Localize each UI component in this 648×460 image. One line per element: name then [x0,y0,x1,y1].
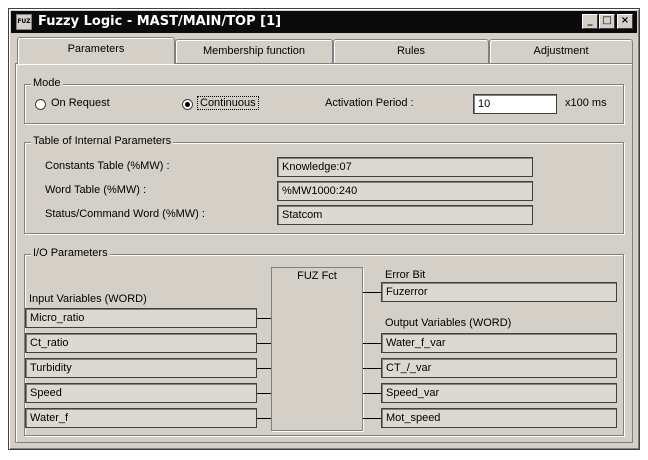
radio-on-request[interactable] [35,99,46,110]
status-command-field[interactable]: Statcom [277,205,533,225]
fuzzy-logic-window: FUZ Fuzzy Logic - MAST/MAIN/TOP [1] _ □ … [8,8,640,450]
fuz-function-block: FUZ Fct [271,267,363,431]
io-parameters-group: I/O Parameters FUZ Fct Input Variables (… [24,247,624,436]
input-connector [257,368,271,369]
radio-continuous[interactable] [182,99,193,110]
input-field-water-f[interactable]: Water_f [25,408,257,428]
output-connector [363,418,381,419]
output-field-speed-var[interactable]: Speed_var [381,383,617,403]
output-field-water-f-var[interactable]: Water_f_var [381,333,617,353]
error-bit-field[interactable]: Fuzerror [381,282,617,302]
on-request-label: On Request [51,97,110,109]
input-field-micro-ratio[interactable]: Micro_ratio [25,308,257,328]
continuous-label: Continuous [197,96,259,110]
output-connector [363,292,381,293]
internal-parameters-group: Table of Internal Parameters Constants T… [24,135,624,234]
activation-period-input[interactable]: 10 [473,94,557,114]
fuz-function-label: FUZ Fct [297,270,337,282]
input-connector [257,418,271,419]
output-connector [363,343,381,344]
radio-selected-dot [185,102,190,107]
close-button[interactable]: × [617,14,633,29]
input-field-ct-ratio[interactable]: Ct_ratio [25,333,257,353]
constants-table-field[interactable]: Knowledge:07 [277,157,533,177]
activation-period-label: Activation Period : [325,97,414,109]
internal-parameters-legend: Table of Internal Parameters [31,135,174,147]
title-bar[interactable]: FUZ Fuzzy Logic - MAST/MAIN/TOP [1] _ □ … [11,11,637,33]
mode-group: Mode On Request Continuous Activation Pe… [24,77,624,124]
mode-legend: Mode [31,77,63,89]
tab-parameters[interactable]: Parameters [17,37,175,64]
output-connector [363,393,381,394]
output-connector [363,368,381,369]
input-variables-label: Input Variables (WORD) [29,293,147,305]
input-field-turbidity[interactable]: Turbidity [25,358,257,378]
fuzzy-app-icon: FUZ [16,14,32,30]
activation-unit-label: x100 ms [565,97,607,109]
output-field-ct-var[interactable]: CT_/_var [381,358,617,378]
output-field-mot-speed[interactable]: Mot_speed [381,408,617,428]
input-connector [257,318,271,319]
error-bit-label: Error Bit [385,269,426,281]
tab-rules[interactable]: Rules [333,39,489,63]
io-parameters-legend: I/O Parameters [31,247,110,259]
input-connector [257,343,271,344]
parameters-panel: Mode On Request Continuous Activation Pe… [15,63,633,443]
minimize-button[interactable]: _ [582,14,598,29]
tab-adjustment[interactable]: Adjustment [489,39,633,63]
word-table-label: Word Table (%MW) : [45,184,147,196]
maximize-button[interactable]: □ [599,14,615,29]
window-title: Fuzzy Logic - MAST/MAIN/TOP [1] [38,14,282,29]
input-connector [257,393,271,394]
output-variables-label: Output Variables (WORD) [385,317,512,329]
input-field-speed[interactable]: Speed [25,383,257,403]
word-table-field[interactable]: %MW1000:240 [277,181,533,201]
tab-membership-function[interactable]: Membership function [175,39,333,63]
constants-table-label: Constants Table (%MW) : [45,160,170,172]
status-command-label: Status/Command Word (%MW) : [45,208,205,220]
